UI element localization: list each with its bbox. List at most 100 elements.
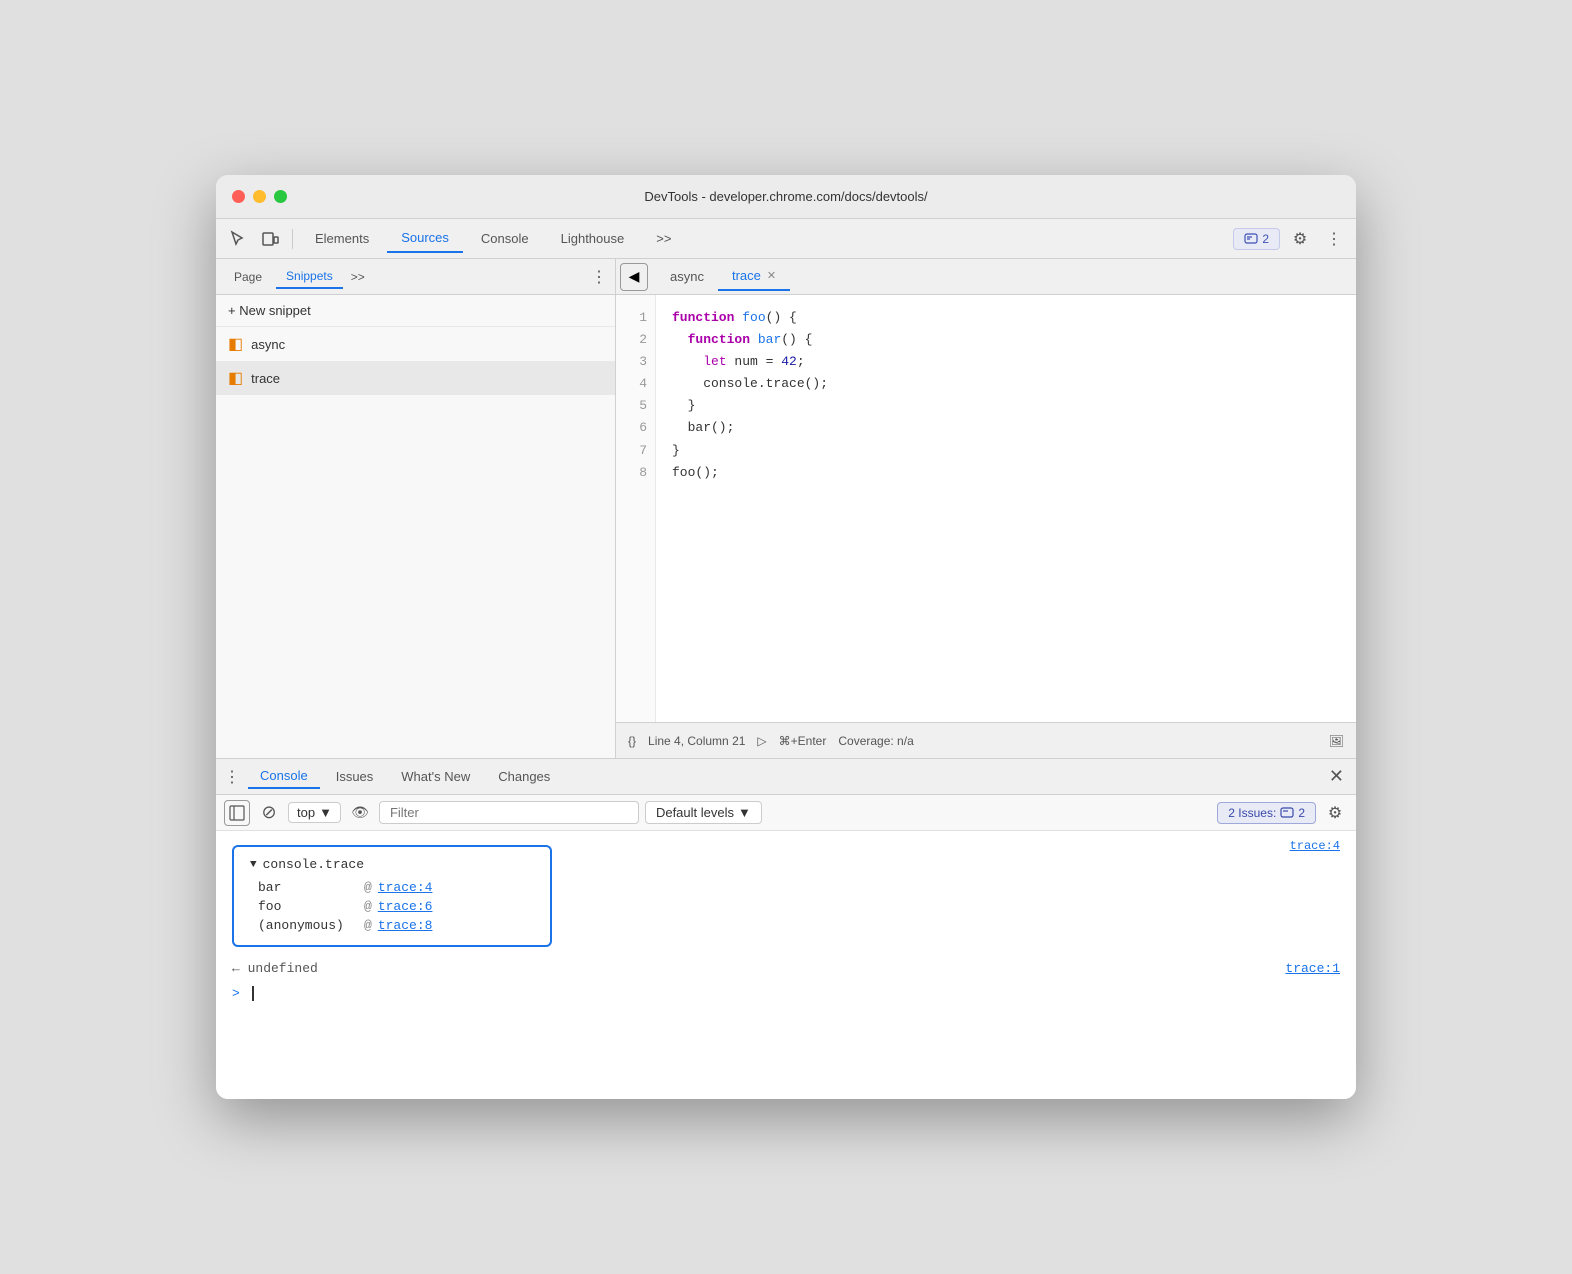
run-icon[interactable]: ▷ [757, 734, 766, 748]
file-icon-trace: ◧ [228, 368, 243, 388]
close-tab-icon[interactable]: ✕ [767, 269, 776, 282]
levels-arrow-icon: ▼ [738, 805, 751, 820]
sidebar-tab-page[interactable]: Page [224, 266, 272, 288]
snippet-trace-label: trace [251, 371, 280, 386]
editor-tab-async-label: async [670, 269, 704, 284]
badge-count: 2 [1262, 232, 1269, 246]
console-tab-issues[interactable]: Issues [324, 765, 386, 788]
levels-label: Default levels [656, 805, 734, 820]
device-icon[interactable] [256, 225, 284, 253]
tab-sources[interactable]: Sources [387, 224, 463, 253]
tab-lighthouse[interactable]: Lighthouse [547, 225, 639, 252]
editor-tab-trace-label: trace [732, 268, 761, 283]
trace-at-anonymous: @ [364, 918, 372, 933]
settings-icon[interactable]: ⚙ [1286, 225, 1314, 253]
trace-title: console.trace [263, 857, 364, 872]
trace-fn-anonymous: (anonymous) [258, 918, 358, 933]
sidebar-toggle-icon[interactable] [224, 800, 250, 826]
image-icon[interactable]: 🖼 [1329, 734, 1344, 748]
trace-link-bar[interactable]: trace:4 [378, 880, 433, 895]
more-options-icon[interactable]: ⋮ [1320, 225, 1348, 253]
line-numbers: 1234 5678 [616, 295, 656, 722]
status-bar: {} Line 4, Column 21 ▷ ⌘+Enter Coverage:… [616, 722, 1356, 758]
context-dropdown-icon: ▼ [319, 805, 332, 820]
console-output: ▼ console.trace bar @ trace:4 foo @ trac… [216, 831, 1356, 1099]
code-area: 1234 5678 function foo() { function bar(… [616, 295, 1356, 722]
trace-outer-location[interactable]: trace:4 [1290, 839, 1340, 853]
minimize-button[interactable] [253, 190, 266, 203]
sidebar-tabs: Page Snippets >> ⋮ [216, 259, 615, 295]
undefined-location[interactable]: trace:1 [1285, 961, 1340, 976]
trace-header: ▼ console.trace [250, 857, 534, 872]
console-tab-console[interactable]: Console [248, 764, 320, 789]
sources-area: Page Snippets >> ⋮ + New snippet ◧ async… [216, 259, 1356, 759]
expand-icon[interactable]: ▼ [250, 859, 257, 871]
trace-row-anonymous: (anonymous) @ trace:8 [250, 916, 534, 935]
traffic-lights [232, 190, 287, 203]
trace-fn-foo: foo [258, 899, 358, 914]
sidebar-tab-more[interactable]: >> [347, 266, 369, 288]
toolbar-separator [292, 229, 293, 249]
sidebar-tab-snippets[interactable]: Snippets [276, 265, 343, 289]
trace-link-anonymous[interactable]: trace:8 [378, 918, 433, 933]
filter-input[interactable] [379, 801, 639, 824]
console-tab-whats-new[interactable]: What's New [389, 765, 482, 788]
console-tab-changes[interactable]: Changes [486, 765, 562, 788]
console-settings-icon[interactable]: ⚙ [1322, 800, 1348, 826]
sidebar-toggle-button[interactable]: ◀ [620, 263, 648, 291]
editor-tabs: ◀ async trace ✕ [616, 259, 1356, 295]
curly-icon[interactable]: {} [628, 734, 636, 748]
file-sidebar: Page Snippets >> ⋮ + New snippet ◧ async… [216, 259, 616, 758]
eye-icon[interactable]: 👁 [347, 800, 373, 826]
console-tabs: ⋮ Console Issues What's New Changes ✕ [216, 759, 1356, 795]
context-label: top [297, 805, 315, 820]
snippet-trace[interactable]: ◧ trace [216, 361, 615, 395]
maximize-button[interactable] [274, 190, 287, 203]
console-cursor[interactable] [244, 986, 254, 1001]
prompt-arrow: > [232, 986, 240, 1001]
toolbar-right: 2 ⚙ ⋮ [1233, 225, 1348, 253]
code-content[interactable]: function foo() { function bar() { let nu… [656, 295, 844, 722]
code-editor: ◀ async trace ✕ 1234 5678 function foo()… [616, 259, 1356, 758]
trace-output-row: ▼ console.trace bar @ trace:4 foo @ trac… [232, 839, 1340, 953]
editor-tab-async[interactable]: async [656, 263, 718, 290]
inspect-icon[interactable] [224, 225, 252, 253]
editor-tab-trace[interactable]: trace ✕ [718, 262, 790, 291]
devtools-window: DevTools - developer.chrome.com/docs/dev… [216, 175, 1356, 1099]
snippet-async[interactable]: ◧ async [216, 327, 615, 361]
devtools-body: Page Snippets >> ⋮ + New snippet ◧ async… [216, 259, 1356, 1099]
trace-group: ▼ console.trace bar @ trace:4 foo @ trac… [232, 845, 552, 947]
context-selector[interactable]: top ▼ [288, 802, 341, 823]
tab-console[interactable]: Console [467, 225, 543, 252]
close-button[interactable] [232, 190, 245, 203]
trace-at-bar: @ [364, 880, 372, 895]
undefined-text: ← undefined [232, 961, 318, 976]
prompt-line: > [232, 982, 1340, 1005]
snippet-async-label: async [251, 337, 285, 352]
trace-row-foo: foo @ trace:6 [250, 897, 534, 916]
trace-row-bar: bar @ trace:4 [250, 878, 534, 897]
file-icon-async: ◧ [228, 334, 243, 354]
sidebar-more-icon[interactable]: ⋮ [591, 267, 607, 287]
trace-fn-bar: bar [258, 880, 358, 895]
console-toolbar: ⊘ top ▼ 👁 Default levels ▼ 2 Issues: 2 ⚙ [216, 795, 1356, 831]
close-console-button[interactable]: ✕ [1325, 762, 1348, 791]
window-title: DevTools - developer.chrome.com/docs/dev… [644, 189, 927, 204]
undefined-line: ← undefined trace:1 [232, 955, 1340, 982]
issues-text: 2 Issues: [1228, 806, 1276, 820]
clear-console-icon[interactable]: ⊘ [256, 800, 282, 826]
tab-elements[interactable]: Elements [301, 225, 383, 252]
titlebar: DevTools - developer.chrome.com/docs/dev… [216, 175, 1356, 219]
devtools-toolbar: Elements Sources Console Lighthouse >> 2… [216, 219, 1356, 259]
console-panel: ⋮ Console Issues What's New Changes ✕ ⊘ … [216, 759, 1356, 1099]
trace-link-foo[interactable]: trace:6 [378, 899, 433, 914]
levels-button[interactable]: Default levels ▼ [645, 801, 762, 824]
trace-at-foo: @ [364, 899, 372, 914]
console-dots-icon[interactable]: ⋮ [224, 767, 240, 787]
cursor-position: Line 4, Column 21 [648, 734, 745, 748]
tab-more[interactable]: >> [642, 225, 685, 252]
issues-count: 2 [1298, 806, 1305, 820]
badge-button[interactable]: 2 [1233, 228, 1280, 250]
new-snippet-button[interactable]: + New snippet [216, 295, 615, 327]
issues-button[interactable]: 2 Issues: 2 [1217, 802, 1316, 824]
